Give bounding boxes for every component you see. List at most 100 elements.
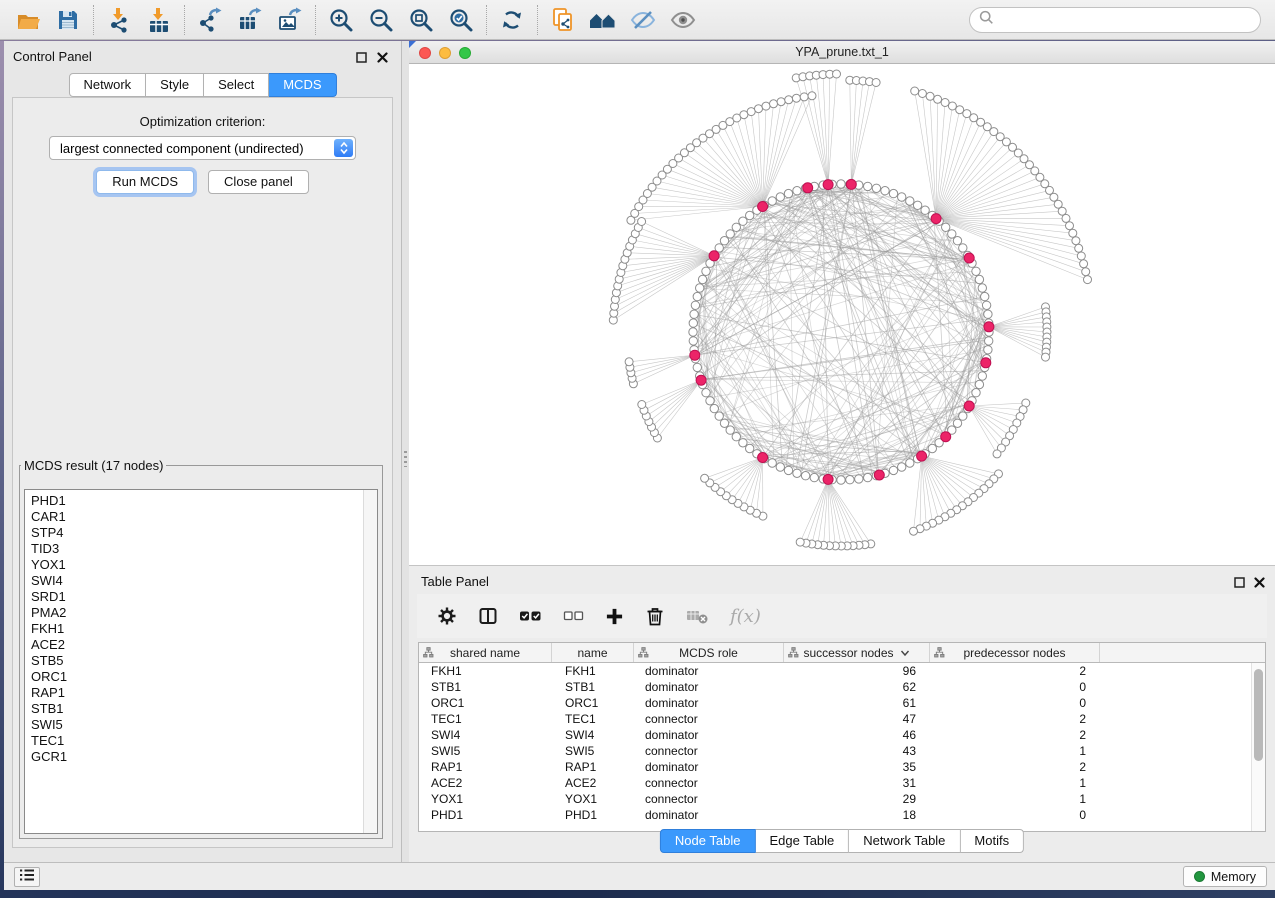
mcds-result-item[interactable]: ACE2: [31, 637, 377, 653]
cytoscape-window: Control Panel Network Style Select MCDS …: [0, 0, 1275, 898]
tab-motifs[interactable]: Motifs: [960, 829, 1024, 853]
column-header-mcds-role[interactable]: MCDS role: [634, 643, 784, 662]
table-row[interactable]: YOX1YOX1connector291: [419, 791, 1265, 807]
column-header-shared-name[interactable]: shared name: [419, 643, 552, 662]
cell-shared-name: YOX1: [419, 792, 552, 806]
table-row[interactable]: ORC1ORC1dominator610: [419, 695, 1265, 711]
column-header-predecessor-nodes[interactable]: predecessor nodes: [930, 643, 1100, 662]
mcds-list-scrollbar[interactable]: [363, 490, 377, 833]
deselect-all-rows-icon[interactable]: [563, 606, 584, 626]
cell-predecessor-nodes: 2: [930, 712, 1100, 726]
mcds-result-item[interactable]: SWI4: [31, 573, 377, 589]
import-network-icon[interactable]: [99, 3, 139, 37]
mcds-result-item[interactable]: CAR1: [31, 509, 377, 525]
control-panel-tabs: Network Style Select MCDS: [68, 73, 336, 97]
panel-splitter[interactable]: [402, 41, 409, 862]
column-label: name: [577, 646, 607, 660]
network-graph[interactable]: [409, 64, 1275, 565]
first-neighbors-icon[interactable]: [583, 3, 623, 37]
mcds-result-item[interactable]: STP4: [31, 525, 377, 541]
table-row[interactable]: TEC1TEC1connector472: [419, 711, 1265, 727]
float-window-icon[interactable]: [356, 50, 367, 68]
tab-network[interactable]: Network: [68, 73, 146, 97]
table-row[interactable]: FKH1FKH1dominator962: [419, 663, 1265, 679]
show-all-icon[interactable]: [663, 3, 703, 37]
zoom-fit-icon[interactable]: [401, 3, 441, 37]
close-panel-button[interactable]: Close panel: [208, 170, 309, 194]
open-session-icon[interactable]: [8, 3, 48, 37]
import-table-icon[interactable]: [139, 3, 179, 37]
mcds-result-item[interactable]: STB5: [31, 653, 377, 669]
select-all-rows-icon[interactable]: [519, 606, 542, 626]
export-network-icon[interactable]: [190, 3, 230, 37]
save-session-icon[interactable]: [48, 3, 88, 37]
tab-style[interactable]: Style: [146, 73, 204, 97]
mcds-result-listbox[interactable]: PHD1CAR1STP4TID3YOX1SWI4SRD1PMA2FKH1ACE2…: [24, 489, 378, 834]
close-panel-icon[interactable]: [1254, 575, 1265, 593]
memory-button[interactable]: Memory: [1183, 866, 1267, 887]
cell-shared-name: SWI5: [419, 744, 552, 758]
mcds-result-item[interactable]: RAP1: [31, 685, 377, 701]
zoom-selected-icon[interactable]: [441, 3, 481, 37]
run-mcds-button[interactable]: Run MCDS: [96, 170, 194, 194]
export-table-icon[interactable]: [230, 3, 270, 37]
tab-edge-table[interactable]: Edge Table: [755, 829, 849, 853]
add-column-icon[interactable]: [605, 607, 624, 626]
hide-selected-icon[interactable]: [623, 3, 663, 37]
cell-successor-nodes: 46: [784, 728, 930, 742]
network-view-titlebar[interactable]: YPA_prune.txt_1: [409, 41, 1275, 64]
cell-shared-name: FKH1: [419, 664, 552, 678]
optimization-criterion-select[interactable]: largest connected component (undirected): [49, 136, 356, 160]
table-scrollbar[interactable]: [1251, 663, 1265, 831]
table-row[interactable]: SWI4SWI4dominator462: [419, 727, 1265, 743]
control-panel-header: Control Panel: [4, 41, 401, 71]
delete-columns-icon[interactable]: [645, 606, 665, 626]
table-row[interactable]: SWI5SWI5connector431: [419, 743, 1265, 759]
cell-successor-nodes: 62: [784, 680, 930, 694]
mcds-result-fieldset: MCDS result (17 nodes) PHD1CAR1STP4TID3Y…: [19, 458, 383, 839]
table-row[interactable]: RAP1RAP1dominator352: [419, 759, 1265, 775]
tab-network-table[interactable]: Network Table: [849, 829, 960, 853]
tab-mcds[interactable]: MCDS: [269, 73, 336, 97]
zoom-in-icon[interactable]: [321, 3, 361, 37]
network-canvas[interactable]: [409, 64, 1275, 565]
mcds-result-item[interactable]: YOX1: [31, 557, 377, 573]
close-panel-icon[interactable]: [377, 50, 388, 68]
column-header-successor-nodes[interactable]: successor nodes: [784, 643, 930, 662]
cell-successor-nodes: 31: [784, 776, 930, 790]
mcds-result-item[interactable]: PHD1: [31, 493, 377, 509]
mcds-result-item[interactable]: TEC1: [31, 733, 377, 749]
tab-select[interactable]: Select: [204, 73, 269, 97]
mcds-result-item[interactable]: GCR1: [31, 749, 377, 765]
mcds-result-item[interactable]: SWI5: [31, 717, 377, 733]
column-visibility-icon[interactable]: [478, 606, 498, 626]
tab-node-table[interactable]: Node Table: [660, 829, 756, 853]
table-options-icon[interactable]: [437, 606, 457, 626]
mcds-result-item[interactable]: SRD1: [31, 589, 377, 605]
table-row[interactable]: ACE2ACE2connector311: [419, 775, 1265, 791]
table-row[interactable]: STB1STB1dominator620: [419, 679, 1265, 695]
search-icon: [979, 10, 994, 30]
mcds-result-item[interactable]: ORC1: [31, 669, 377, 685]
toolbar-separator: [486, 5, 487, 35]
mcds-result-item[interactable]: FKH1: [31, 621, 377, 637]
search-input[interactable]: [1000, 13, 1260, 28]
control-panel-title: Control Panel: [13, 49, 92, 64]
column-header-name[interactable]: name: [552, 643, 634, 662]
zoom-out-icon[interactable]: [361, 3, 401, 37]
mcds-result-item[interactable]: PMA2: [31, 605, 377, 621]
table-scrollbar-thumb[interactable]: [1254, 669, 1263, 761]
mcds-result-item[interactable]: TID3: [31, 541, 377, 557]
mcds-result-item[interactable]: STB1: [31, 701, 377, 717]
table-row[interactable]: PHD1PHD1dominator180: [419, 807, 1265, 823]
float-window-icon[interactable]: [1234, 575, 1245, 593]
search-box[interactable]: [969, 7, 1261, 33]
clone-network-icon[interactable]: [543, 3, 583, 37]
cell-mcds-role: connector: [634, 776, 784, 790]
cell-successor-nodes: 61: [784, 696, 930, 710]
mcds-result-title: MCDS result (17 nodes): [21, 458, 166, 473]
refresh-layout-icon[interactable]: [492, 3, 532, 37]
optimization-criterion-label: Optimization criterion:: [13, 114, 392, 129]
export-image-icon[interactable]: [270, 3, 310, 37]
task-history-button[interactable]: [14, 867, 40, 887]
